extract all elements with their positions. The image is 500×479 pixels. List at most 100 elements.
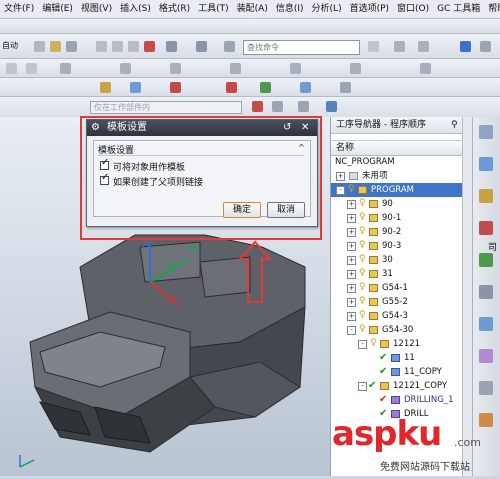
program-icon[interactable] [100, 82, 111, 93]
highlight-frame [80, 116, 322, 240]
menu-tools[interactable]: 工具(T) [194, 0, 233, 18]
copy-icon[interactable] [112, 41, 123, 52]
tree-row-90-1[interactable]: + ♀ 90-1 [331, 211, 463, 225]
expand-icon[interactable]: + [336, 172, 345, 181]
tree-row-drilling-1[interactable]: ✔ DRILLING_1 [331, 393, 463, 407]
library-icon[interactable] [479, 285, 493, 299]
expand-icon[interactable]: + [347, 256, 356, 265]
menu-preferences[interactable]: 首选项(P) [346, 0, 393, 18]
tree-row-g54-3[interactable]: + ♀ G54-3 [331, 309, 463, 323]
toolbar-row-4 [0, 78, 500, 97]
tree-row-12121-copy[interactable]: - ✔ 12121_COPY [331, 379, 463, 393]
operation-icon[interactable] [170, 82, 181, 93]
trim-icon[interactable] [290, 63, 301, 74]
tree-row-g54-30[interactable]: - ♀ G54-30 [331, 323, 463, 337]
menu-help[interactable]: 帮助(H) [484, 0, 500, 18]
offset-icon[interactable] [420, 63, 431, 74]
key-icon: ♀ [359, 226, 366, 236]
search-icon[interactable] [368, 41, 379, 52]
menu-window[interactable]: 窗口(O) [393, 0, 433, 18]
folder-icon [369, 270, 378, 278]
search-input[interactable]: 查找命令 [243, 40, 360, 55]
web-browser-icon[interactable] [479, 381, 493, 395]
tree-row-12121[interactable]: - ♀ 12121 [331, 337, 463, 351]
menu-file[interactable]: 文件(F) [0, 0, 38, 18]
arc-icon[interactable] [120, 63, 131, 74]
expand-icon[interactable]: + [347, 270, 356, 279]
render-icon[interactable] [326, 101, 337, 112]
post-icon[interactable] [300, 82, 311, 93]
geometry-icon[interactable] [130, 82, 141, 93]
tree-row-11[interactable]: ✔ 11 [331, 351, 463, 365]
expand-icon[interactable]: + [347, 312, 356, 321]
point-icon[interactable] [26, 63, 37, 74]
tree-row-program[interactable]: - ♀ PROGRAM [331, 183, 463, 197]
collapse-icon[interactable]: - [347, 326, 356, 335]
part-navigator-icon[interactable] [479, 157, 493, 171]
expand-icon[interactable]: + [347, 298, 356, 307]
machine-tool-icon[interactable] [479, 253, 493, 267]
expand-icon[interactable]: + [347, 242, 356, 251]
operation-navigator-icon[interactable] [479, 221, 493, 235]
extend-icon[interactable] [350, 63, 361, 74]
curve-icon[interactable] [170, 63, 181, 74]
tree-row-g55-2[interactable]: + ♀ G55-2 [331, 295, 463, 309]
save-icon[interactable] [66, 41, 77, 52]
tree-row-31[interactable]: + ♀ 31 [331, 267, 463, 281]
layer-icon[interactable] [480, 41, 491, 52]
select-icon[interactable] [6, 63, 17, 74]
collapse-icon[interactable]: - [358, 340, 367, 349]
menu-gc-toolbox[interactable]: GC 工具箱 [433, 0, 484, 18]
output-icon[interactable] [340, 82, 351, 93]
menu-view[interactable]: 视图(V) [77, 0, 116, 18]
menu-insert[interactable]: 插入(S) [116, 0, 155, 18]
surface-icon[interactable] [230, 63, 241, 74]
tree-row-g54-1[interactable]: + ♀ G54-1 [331, 281, 463, 295]
cube-icon[interactable] [460, 41, 471, 52]
menu-edit[interactable]: 编辑(E) [38, 0, 77, 18]
filter-icon[interactable] [252, 101, 263, 112]
collapse-icon[interactable]: - [358, 382, 367, 391]
verify-icon[interactable] [260, 82, 271, 93]
menu-analysis[interactable]: 分析(L) [308, 0, 346, 18]
tool-icon[interactable] [224, 41, 235, 52]
navigator-tab-icon[interactable] [479, 125, 493, 139]
pin-icon[interactable]: ⚲ [451, 117, 458, 133]
line-icon[interactable] [60, 63, 71, 74]
palette-icon[interactable] [479, 349, 493, 363]
menu-format[interactable]: 格式(R) [155, 0, 194, 18]
cut-icon[interactable] [96, 41, 107, 52]
tree-row-90[interactable]: + ♀ 90 [331, 197, 463, 211]
tool-path-icon[interactable] [226, 82, 237, 93]
menu-assembly[interactable]: 装配(A) [233, 0, 272, 18]
key-icon: ♀ [359, 324, 366, 334]
collapse-icon[interactable]: - [336, 186, 345, 195]
snap-icon[interactable] [272, 101, 283, 112]
key-icon: ♀ [359, 198, 366, 208]
expand-icon[interactable]: + [347, 214, 356, 223]
menu-info[interactable]: 信息(I) [272, 0, 308, 18]
expand-icon[interactable]: + [347, 228, 356, 237]
tree-row-root[interactable]: NC_PROGRAM [331, 155, 463, 169]
expand-icon[interactable]: + [347, 200, 356, 209]
open-icon[interactable] [50, 41, 61, 52]
selection-box-icon[interactable] [298, 101, 309, 112]
expand-icon[interactable]: + [347, 284, 356, 293]
tree-row-11-copy[interactable]: ✔ 11_COPY [331, 365, 463, 379]
tree-row-90-2[interactable]: + ♀ 90-2 [331, 225, 463, 239]
assembly-navigator-icon[interactable] [479, 189, 493, 203]
view-icon[interactable] [418, 41, 429, 52]
new-icon[interactable] [34, 41, 45, 52]
delete-icon[interactable] [144, 41, 155, 52]
tree-row-90-3[interactable]: + ♀ 90-3 [331, 239, 463, 253]
redo-icon[interactable] [196, 41, 207, 52]
tree-row-unused[interactable]: + 未用项 [331, 169, 463, 183]
selection-scope-select[interactable]: 仅在工作部件内 [90, 101, 242, 114]
key-icon: ♀ [359, 296, 366, 306]
column-header[interactable]: 名称 [331, 140, 463, 156]
tree-row-30[interactable]: + ♀ 30 [331, 253, 463, 267]
undo-icon[interactable] [166, 41, 177, 52]
settings-icon[interactable] [394, 41, 405, 52]
history-icon[interactable] [479, 317, 493, 331]
paste-icon[interactable] [128, 41, 139, 52]
